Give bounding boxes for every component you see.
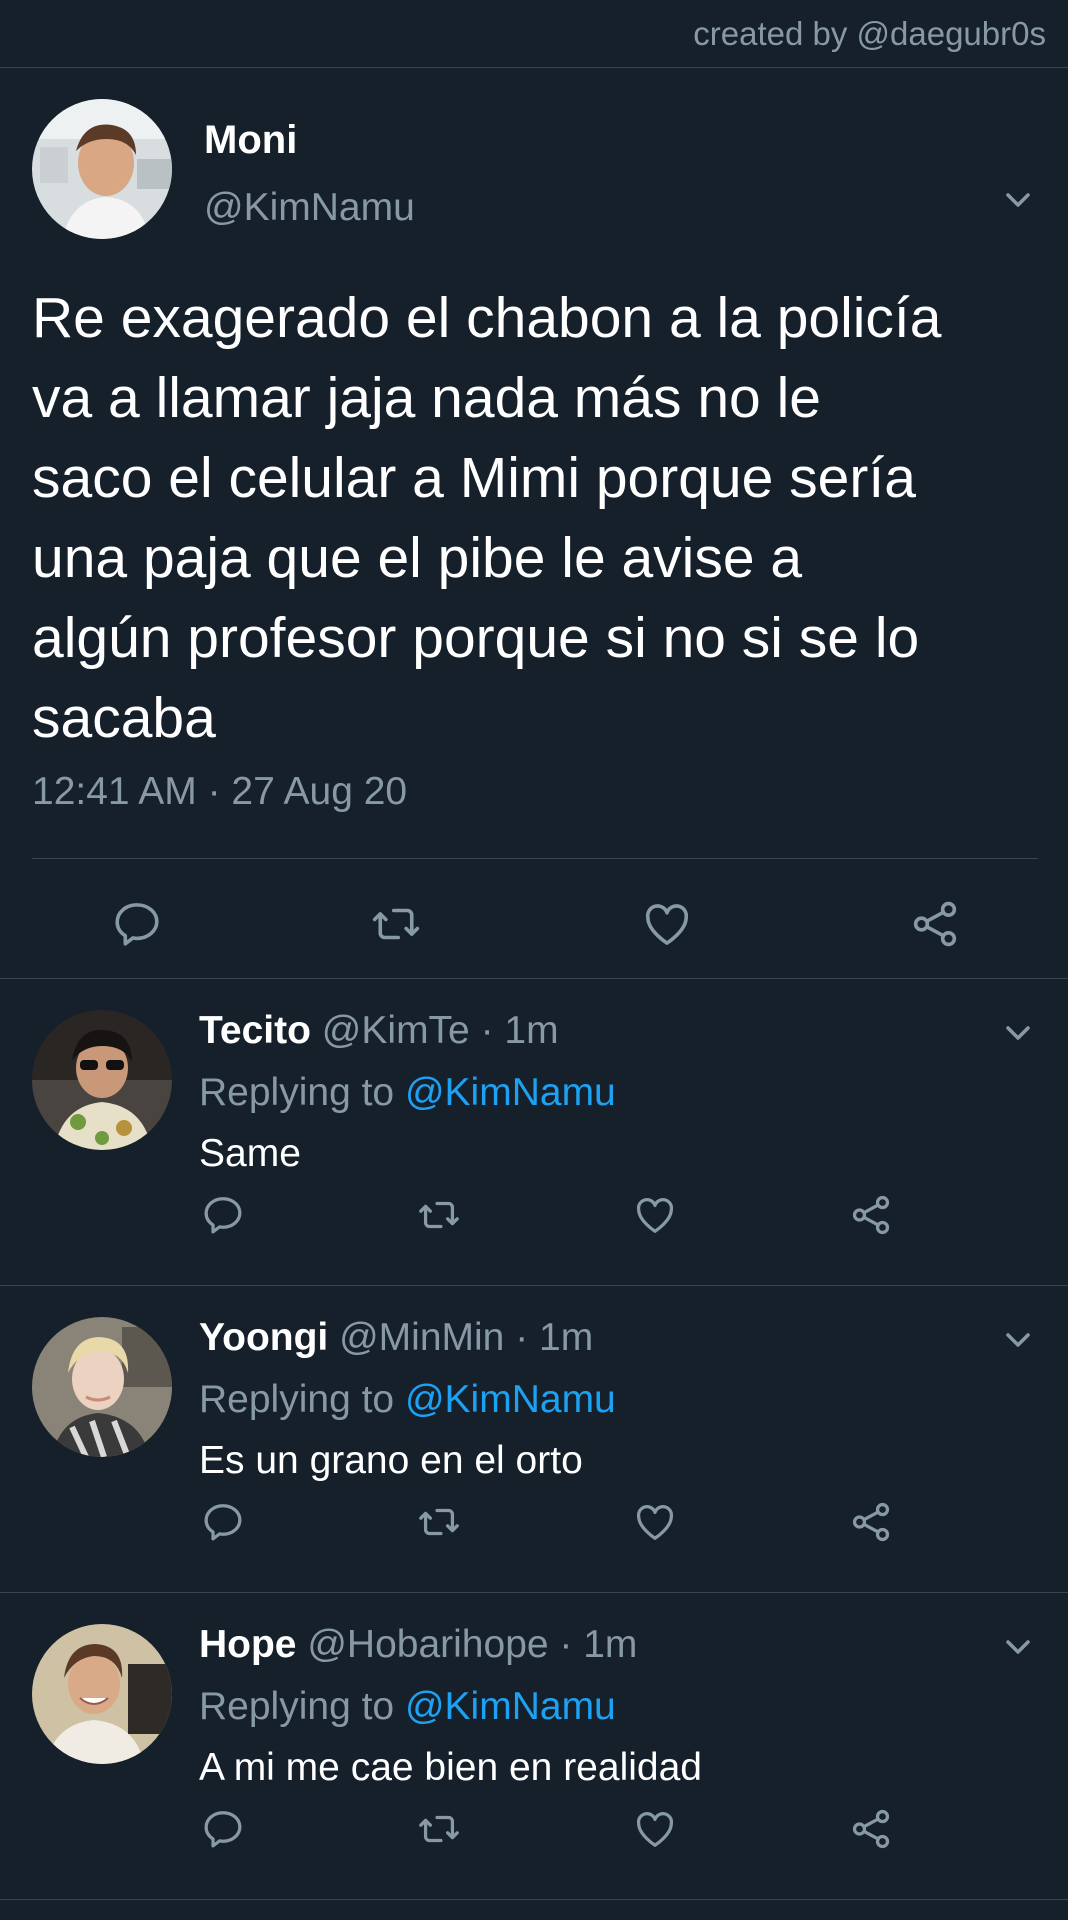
replying-to-label: Replying to [199,1685,405,1728]
main-tweet[interactable]: Moni @KimNamu Re exagerado el chabon a l… [0,68,1068,979]
share-icon[interactable] [908,897,962,951]
reply-text: Same [199,1132,301,1175]
handle-and-time[interactable]: @MinMin · 1m [328,1316,593,1359]
reply-icon[interactable] [200,1806,246,1852]
chevron-down-icon[interactable] [998,1013,1038,1053]
replying-to-mention[interactable]: @KimNamu [405,1378,616,1421]
tweet-timestamp[interactable]: 12:41 AM · 27 Aug 20 [32,770,1036,858]
handle-and-time[interactable]: @KimTe · 1m [311,1009,559,1052]
display-name[interactable]: Moni [204,118,297,163]
replying-to-label: Replying to [199,1378,405,1421]
reply-icon[interactable] [110,897,164,951]
avatar[interactable] [32,99,172,239]
replying-to-mention[interactable]: @KimNamu [405,1071,616,1114]
like-icon[interactable] [640,897,694,951]
main-tweet-header: Moni @KimNamu [32,68,1036,278]
reply-icon[interactable] [200,1192,246,1238]
chevron-down-icon[interactable] [998,180,1038,220]
credit-text: created by @daegubr0s [693,14,1046,52]
reply-tweet[interactable]: Yoongi @MinMin · 1m Replying to @KimNamu… [0,1286,1068,1593]
retweet-icon[interactable] [416,1499,462,1545]
replying-to: Replying to @KimNamu [199,1071,616,1115]
chevron-down-icon[interactable] [998,1627,1038,1667]
share-icon[interactable] [848,1499,894,1545]
like-icon[interactable] [632,1499,678,1545]
avatar[interactable] [32,1317,172,1457]
avatar[interactable] [32,1010,172,1150]
user-handle[interactable]: @KimNamu [204,186,415,230]
replying-to: Replying to @KimNamu [199,1685,616,1729]
reply-icon[interactable] [200,1499,246,1545]
display-name[interactable]: Yoongi [199,1316,328,1359]
top-bar: created by @daegubr0s [0,0,1068,68]
replying-to: Replying to @KimNamu [199,1378,616,1422]
like-icon[interactable] [632,1806,678,1852]
retweet-icon[interactable] [416,1806,462,1852]
replying-to-mention[interactable]: @KimNamu [405,1685,616,1728]
avatar[interactable] [32,1624,172,1764]
chevron-down-icon[interactable] [998,1320,1038,1360]
handle-and-time[interactable]: @Hobarihope · 1m [297,1623,637,1666]
like-icon[interactable] [632,1192,678,1238]
reply-header: Yoongi @MinMin · 1m [199,1316,593,1360]
reply-text: Es un grano en el orto [199,1439,583,1482]
display-name[interactable]: Tecito [199,1009,311,1052]
replying-to-label: Replying to [199,1071,405,1114]
reply-header: Tecito @KimTe · 1m [199,1009,559,1053]
tweet-actions [32,859,1036,978]
tweet-text: Re exagerado el chabon a la policía va a… [32,286,942,750]
share-icon[interactable] [848,1192,894,1238]
retweet-icon[interactable] [369,897,423,951]
reply-text: A mi me cae bien en realidad [199,1746,702,1789]
reply-header: Hope @Hobarihope · 1m [199,1623,637,1667]
reply-tweet[interactable]: Tecito @KimTe · 1m Replying to @KimNamu … [0,979,1068,1286]
retweet-icon[interactable] [416,1192,462,1238]
share-icon[interactable] [848,1806,894,1852]
reply-tweet[interactable]: Hope @Hobarihope · 1m Replying to @KimNa… [0,1593,1068,1900]
display-name[interactable]: Hope [199,1623,297,1666]
